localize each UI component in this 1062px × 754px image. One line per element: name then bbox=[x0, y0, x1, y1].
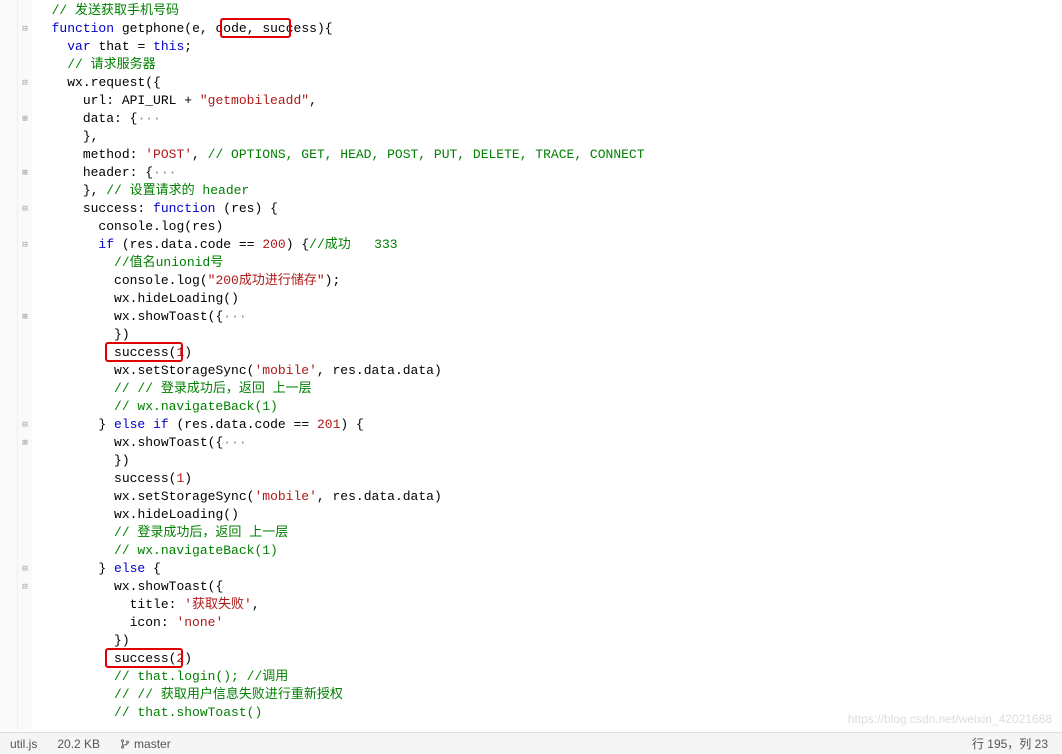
fold-spacer bbox=[18, 38, 32, 56]
fold-expand-icon[interactable] bbox=[18, 110, 32, 128]
code-line[interactable]: wx.hideLoading() bbox=[36, 290, 1058, 308]
status-branch-name: master bbox=[134, 735, 171, 753]
fold-spacer bbox=[18, 632, 32, 650]
code-line[interactable]: // 登录成功后，返回 上一层 bbox=[36, 524, 1058, 542]
code-line[interactable]: if (res.data.code == 200) {//成功 333 bbox=[36, 236, 1058, 254]
fold-collapse-icon[interactable] bbox=[18, 74, 32, 92]
fold-spacer bbox=[18, 290, 32, 308]
fold-spacer bbox=[18, 614, 32, 632]
code-line[interactable]: var that = this; bbox=[36, 38, 1058, 56]
fold-expand-icon[interactable] bbox=[18, 308, 32, 326]
code-line[interactable]: success(1) bbox=[36, 344, 1058, 362]
code-line[interactable]: }) bbox=[36, 326, 1058, 344]
code-line[interactable]: icon: 'none' bbox=[36, 614, 1058, 632]
fold-spacer bbox=[18, 380, 32, 398]
fold-spacer bbox=[18, 650, 32, 668]
fold-spacer bbox=[18, 254, 32, 272]
fold-column[interactable] bbox=[18, 0, 32, 730]
code-line[interactable]: // 请求服务器 bbox=[36, 56, 1058, 74]
fold-spacer bbox=[18, 182, 32, 200]
code-area[interactable]: // 发送获取手机号码 function getphone(e, code, s… bbox=[32, 0, 1062, 730]
fold-spacer bbox=[18, 218, 32, 236]
code-line[interactable]: wx.setStorageSync('mobile', res.data.dat… bbox=[36, 362, 1058, 380]
fold-spacer bbox=[18, 542, 32, 560]
code-editor[interactable]: // 发送获取手机号码 function getphone(e, code, s… bbox=[0, 0, 1062, 730]
fold-spacer bbox=[18, 488, 32, 506]
fold-collapse-icon[interactable] bbox=[18, 560, 32, 578]
fold-collapse-icon[interactable] bbox=[18, 200, 32, 218]
fold-collapse-icon[interactable] bbox=[18, 416, 32, 434]
code-line[interactable]: wx.request({ bbox=[36, 74, 1058, 92]
code-line[interactable]: wx.showToast({ bbox=[36, 578, 1058, 596]
fold-spacer bbox=[18, 596, 32, 614]
code-line[interactable]: // 发送获取手机号码 bbox=[36, 2, 1058, 20]
fold-spacer bbox=[18, 344, 32, 362]
fold-spacer bbox=[18, 56, 32, 74]
fold-spacer bbox=[18, 524, 32, 542]
fold-spacer bbox=[18, 704, 32, 722]
gutter bbox=[0, 0, 18, 730]
fold-spacer bbox=[18, 452, 32, 470]
code-line[interactable]: header: {··· bbox=[36, 164, 1058, 182]
status-filesize: 20.2 KB bbox=[47, 735, 110, 753]
code-line[interactable]: function getphone(e, code, success){ bbox=[36, 20, 1058, 38]
code-line[interactable]: success: function (res) { bbox=[36, 200, 1058, 218]
code-line[interactable]: }) bbox=[36, 452, 1058, 470]
fold-spacer bbox=[18, 146, 32, 164]
code-line[interactable]: url: API_URL + "getmobileadd", bbox=[36, 92, 1058, 110]
fold-spacer bbox=[18, 668, 32, 686]
code-line[interactable]: success(2) bbox=[36, 650, 1058, 668]
code-line[interactable]: console.log("200成功进行储存"); bbox=[36, 272, 1058, 290]
fold-spacer bbox=[18, 2, 32, 20]
code-line[interactable]: success(1) bbox=[36, 470, 1058, 488]
code-line[interactable]: // that.showToast() bbox=[36, 704, 1058, 722]
code-line[interactable]: wx.showToast({··· bbox=[36, 308, 1058, 326]
code-line[interactable]: //值名unionid号 bbox=[36, 254, 1058, 272]
code-line[interactable]: // that.login(); //调用 bbox=[36, 668, 1058, 686]
fold-spacer bbox=[18, 506, 32, 524]
code-line[interactable]: }, bbox=[36, 128, 1058, 146]
fold-spacer bbox=[18, 362, 32, 380]
fold-spacer bbox=[18, 326, 32, 344]
status-cursor-position: 行 195，列 23 bbox=[958, 735, 1062, 753]
fold-expand-icon[interactable] bbox=[18, 434, 32, 452]
fold-spacer bbox=[18, 686, 32, 704]
fold-spacer bbox=[18, 398, 32, 416]
code-line[interactable]: wx.setStorageSync('mobile', res.data.dat… bbox=[36, 488, 1058, 506]
code-line[interactable]: data: {··· bbox=[36, 110, 1058, 128]
fold-spacer bbox=[18, 92, 32, 110]
fold-collapse-icon[interactable] bbox=[18, 236, 32, 254]
code-line[interactable]: // wx.navigateBack(1) bbox=[36, 542, 1058, 560]
code-line[interactable]: }, // 设置请求的 header bbox=[36, 182, 1058, 200]
fold-spacer bbox=[18, 470, 32, 488]
code-line[interactable]: } else if (res.data.code == 201) { bbox=[36, 416, 1058, 434]
code-line[interactable]: // wx.navigateBack(1) bbox=[36, 398, 1058, 416]
code-line[interactable]: console.log(res) bbox=[36, 218, 1058, 236]
status-bar: util.js 20.2 KB master 行 195，列 23 bbox=[0, 732, 1062, 754]
code-line[interactable]: }) bbox=[36, 632, 1058, 650]
git-branch-icon bbox=[120, 738, 130, 750]
fold-collapse-icon[interactable] bbox=[18, 20, 32, 38]
fold-spacer bbox=[18, 128, 32, 146]
fold-collapse-icon[interactable] bbox=[18, 578, 32, 596]
code-line[interactable]: title: '获取失败', bbox=[36, 596, 1058, 614]
status-branch[interactable]: master bbox=[110, 735, 181, 753]
code-line[interactable]: wx.showToast({··· bbox=[36, 434, 1058, 452]
code-line[interactable]: // // 获取用户信息失败进行重新授权 bbox=[36, 686, 1058, 704]
fold-spacer bbox=[18, 272, 32, 290]
code-line[interactable]: } else { bbox=[36, 560, 1058, 578]
code-line[interactable]: wx.hideLoading() bbox=[36, 506, 1058, 524]
fold-expand-icon[interactable] bbox=[18, 164, 32, 182]
status-filename: util.js bbox=[0, 735, 47, 753]
code-line[interactable]: method: 'POST', // OPTIONS, GET, HEAD, P… bbox=[36, 146, 1058, 164]
code-line[interactable]: // // 登录成功后，返回 上一层 bbox=[36, 380, 1058, 398]
